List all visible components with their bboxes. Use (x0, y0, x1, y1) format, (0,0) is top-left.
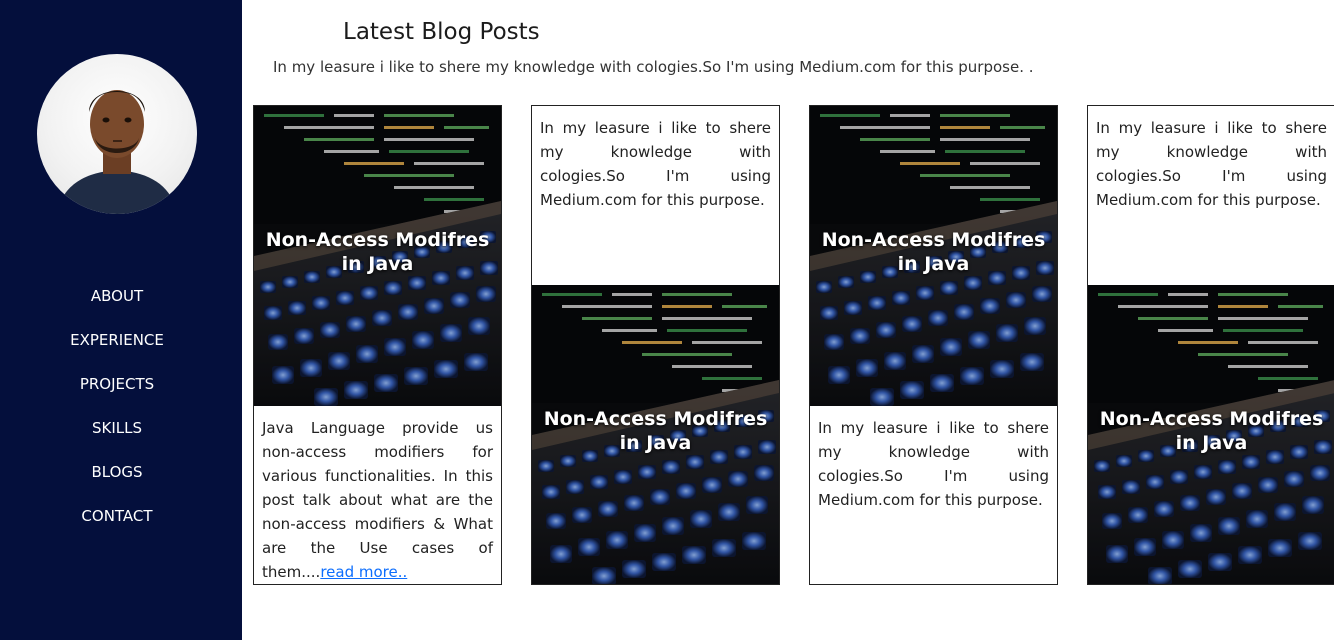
nav-item-projects[interactable]: PROJECTS (0, 374, 234, 418)
excerpt-text: Java Language provide us non-access modi… (262, 419, 493, 581)
blog-card[interactable]: Non-Access Modifres in Java Java Languag… (253, 105, 502, 585)
card-text: In my leasure i like to shere my knowled… (818, 419, 1049, 509)
blog-card[interactable]: Non-Access Modifres in Java In my leasur… (809, 105, 1058, 585)
blog-card[interactable]: In my leasure i like to shere my knowled… (1087, 105, 1334, 585)
blog-title[interactable]: Non-Access Modifres in Java (1096, 407, 1327, 455)
blog-card[interactable]: In my leasure i like to shere my knowled… (531, 105, 780, 585)
card-text: In my leasure i like to shere my knowled… (1096, 119, 1327, 209)
sidebar: ABOUT EXPERIENCE PROJECTS SKILLS BLOGS C… (0, 0, 242, 640)
blog-image[interactable]: Non-Access Modifres in Java (254, 106, 501, 406)
blog-image[interactable]: Non-Access Modifres in Java (810, 106, 1057, 406)
card-text: In my leasure i like to shere my knowled… (540, 119, 771, 209)
intro-text: In my leasure i like to shere my knowled… (273, 58, 1034, 76)
read-more-link[interactable]: read more.. (320, 563, 407, 581)
nav-item-skills[interactable]: SKILLS (0, 418, 234, 462)
person-photo-icon (57, 90, 177, 214)
sidebar-nav: ABOUT EXPERIENCE PROJECTS SKILLS BLOGS C… (0, 286, 234, 550)
nav-item-blogs[interactable]: BLOGS (0, 462, 234, 506)
profile-avatar (37, 54, 197, 214)
blog-title[interactable]: Non-Access Modifres in Java (818, 228, 1049, 276)
nav-item-contact[interactable]: CONTACT (0, 506, 234, 550)
blog-title[interactable]: Non-Access Modifres in Java (262, 228, 493, 276)
blog-excerpt: Java Language provide us non-access modi… (262, 416, 493, 584)
blog-image[interactable]: Non-Access Modifres in Java (1088, 285, 1334, 584)
blog-image[interactable]: Non-Access Modifres in Java (532, 285, 779, 584)
nav-item-about[interactable]: ABOUT (0, 286, 234, 330)
page-title: Latest Blog Posts (343, 19, 540, 45)
blog-title[interactable]: Non-Access Modifres in Java (540, 407, 771, 455)
nav-item-experience[interactable]: EXPERIENCE (0, 330, 234, 374)
